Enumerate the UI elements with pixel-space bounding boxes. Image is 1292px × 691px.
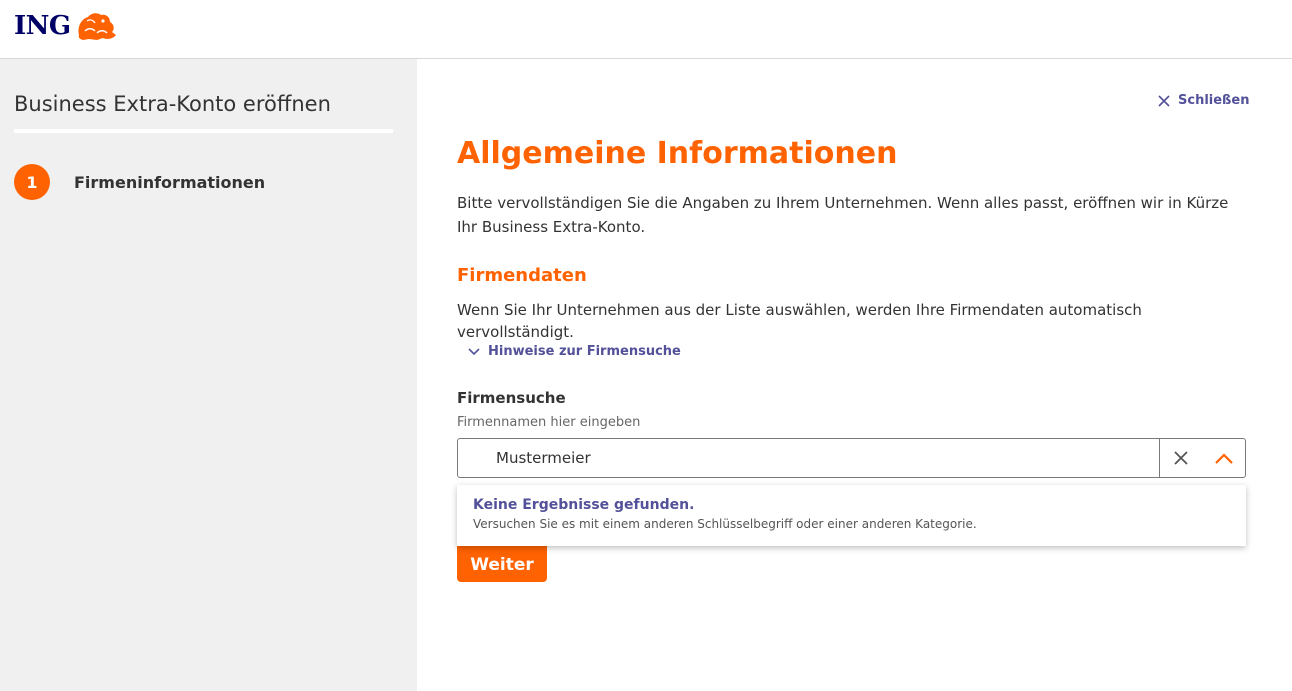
section-title-firmendaten: Firmendaten [457, 265, 587, 286]
chevron-up-icon [1214, 452, 1233, 464]
search-results-dropdown: Keine Ergebnisse gefunden. Versuchen Sie… [457, 485, 1246, 546]
search-actions [1159, 439, 1245, 477]
step-label: Firmeninformationen [74, 172, 266, 192]
company-search-combobox [457, 438, 1246, 478]
logo-text: ING [14, 11, 71, 41]
no-results-title: Keine Ergebnisse gefunden. [473, 497, 695, 513]
company-search-label: Firmensuche [457, 389, 566, 407]
no-results-text: Versuchen Sie es mit einem anderen Schlü… [473, 517, 977, 531]
company-search-input[interactable] [458, 439, 1159, 477]
chevron-down-icon [468, 347, 480, 355]
search-hints-label: Hinweise zur Firmensuche [488, 344, 681, 359]
page-title: Allgemeine Informationen [457, 136, 898, 171]
sidebar-title: Business Extra-Konto eröffnen [14, 92, 331, 116]
header: ING [0, 0, 1292, 59]
step-number-badge: 1 [14, 164, 50, 200]
sidebar-step-firmeninformationen[interactable]: 1 Firmeninformationen [14, 164, 265, 200]
close-button[interactable]: Schließen [1158, 93, 1249, 108]
close-icon [1174, 451, 1188, 465]
sidebar-divider [14, 129, 393, 133]
clear-search-button[interactable] [1166, 443, 1196, 473]
intro-text: Bitte vervollständigen Sie die Angaben z… [457, 194, 1229, 236]
sidebar: Business Extra-Konto eröffnen 1 Firmenin… [0, 59, 417, 691]
search-hints-toggle[interactable]: Hinweise zur Firmensuche [468, 344, 681, 359]
section-description: Wenn Sie Ihr Unternehmen aus der Liste a… [457, 301, 1142, 341]
close-label: Schließen [1178, 93, 1250, 108]
lion-icon [78, 13, 116, 40]
company-search-help: Firmennamen hier eingeben [457, 415, 641, 430]
collapse-dropdown-button[interactable] [1209, 443, 1239, 473]
ing-logo[interactable]: ING [14, 8, 119, 44]
close-icon [1158, 94, 1170, 107]
